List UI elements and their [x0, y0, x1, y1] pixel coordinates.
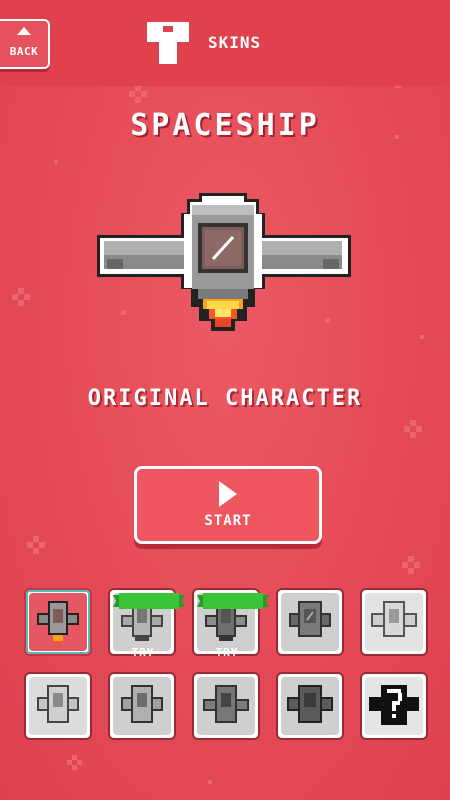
skin-mystery[interactable]: [360, 672, 428, 740]
try-ribbon: [197, 593, 269, 609]
skin-8[interactable]: [192, 672, 260, 740]
try-ribbon: [113, 593, 185, 609]
spaceship-icon: [203, 685, 249, 723]
skin-4[interactable]: [276, 588, 344, 656]
try-label: TRY: [131, 646, 155, 659]
spaceship-icon: [287, 685, 333, 723]
try-label: TRY: [215, 646, 239, 659]
mystery-question-icon: [369, 685, 419, 725]
back-label: BACK: [9, 45, 39, 58]
header-bar: BACK SKINS: [0, 0, 450, 86]
start-button[interactable]: START: [134, 466, 322, 544]
up-arrow-icon: [17, 27, 31, 35]
section-title: SKINS: [208, 33, 262, 52]
skin-5[interactable]: [360, 588, 428, 656]
skin-description: ORIGINAL CHARACTER: [87, 386, 363, 411]
skins-shirt-icon: [147, 22, 189, 64]
skin-title: SPACESHIP: [130, 108, 320, 143]
spaceship-icon: [37, 685, 79, 723]
spaceship-icon: [289, 601, 331, 637]
skin-6[interactable]: [24, 672, 92, 740]
skin-9[interactable]: [276, 672, 344, 740]
start-label: START: [204, 513, 252, 529]
play-icon: [219, 481, 237, 507]
skin-3[interactable]: TRY: [192, 588, 269, 659]
spaceship-icon: [37, 601, 79, 645]
skin-original[interactable]: [24, 588, 92, 656]
spaceship-preview: [97, 193, 351, 331]
spaceship-icon: [371, 601, 417, 637]
spaceship-icon: [121, 685, 163, 723]
back-button[interactable]: BACK: [0, 19, 50, 69]
skin-2[interactable]: TRY: [108, 588, 185, 659]
skin-7[interactable]: [108, 672, 176, 740]
